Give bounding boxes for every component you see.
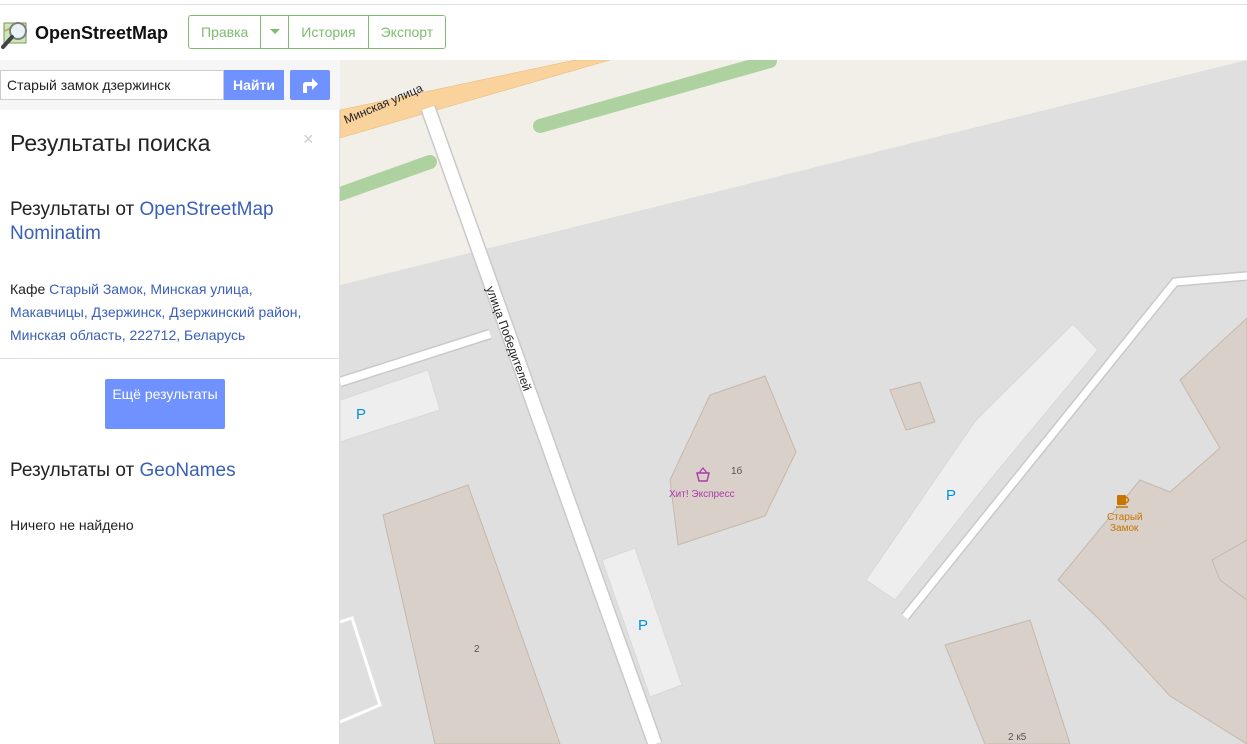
parking-label-3: P [946, 487, 956, 504]
directions-button[interactable] [290, 70, 330, 100]
divider [0, 358, 340, 359]
footway [340, 616, 382, 724]
results-title: Результаты поиска [10, 130, 211, 156]
nominatim-prefix: Результаты от [10, 199, 140, 220]
export-button[interactable]: Экспорт [368, 16, 446, 48]
header: OpenStreetMap Правка История Экспорт [0, 5, 1247, 60]
osm-logo-icon[interactable] [0, 17, 34, 51]
cafe-label-line2[interactable]: Замок [1110, 523, 1139, 534]
geonames-prefix: Результаты от [10, 460, 140, 481]
building-1b [669, 375, 797, 546]
edit-button[interactable]: Правка [189, 16, 262, 48]
cafe-label-line1[interactable]: Старый [1107, 512, 1143, 523]
sidebar: Найти Результаты поиска × Результаты от … [0, 60, 340, 744]
more-results-button[interactable]: Ещё результаты [105, 379, 225, 429]
edit-dropdown-caret-icon[interactable] [261, 16, 290, 48]
parking-area-3 [865, 323, 1099, 601]
house-number-2: 2 [474, 644, 480, 655]
building-small [889, 381, 936, 431]
search-result-item: Кафе Старый Замок, Минская улица, Макавч… [10, 278, 330, 347]
search-input[interactable] [0, 70, 224, 100]
brand-title[interactable]: OpenStreetMap [35, 23, 168, 44]
search-bar: Найти [0, 60, 340, 110]
search-button[interactable]: Найти [224, 70, 284, 100]
geonames-section-title: Результаты от GeoNames [10, 459, 236, 483]
result-type: Кафе [10, 281, 46, 297]
shop-label[interactable]: Хит! Экспресс [669, 489, 735, 500]
close-icon[interactable]: × [303, 129, 314, 150]
edit-button-group: Правка История Экспорт [188, 15, 447, 49]
map-view[interactable]: Минская улица улица Победителей P P P 1б… [340, 60, 1247, 744]
history-button[interactable]: История [289, 16, 369, 48]
parking-label-2: P [638, 617, 648, 634]
result-link[interactable]: Старый Замок, Минская улица, Макавчицы, … [10, 281, 301, 343]
building-cafe [1057, 317, 1247, 744]
house-number-2k5: 2 к5 [1008, 732, 1027, 743]
no-results-text: Ничего не найдено [10, 517, 134, 533]
building-2 [382, 484, 561, 744]
geonames-link[interactable]: GeoNames [139, 460, 235, 481]
house-number-1b: 1б [731, 465, 743, 477]
map-canvas[interactable]: Минская улица улица Победителей P P P 1б… [340, 60, 1247, 744]
nominatim-section-title: Результаты от OpenStreetMap Nominatim [10, 198, 310, 246]
parking-label: P [356, 406, 366, 423]
building-2k5 [944, 619, 1071, 744]
directions-icon [303, 78, 318, 93]
